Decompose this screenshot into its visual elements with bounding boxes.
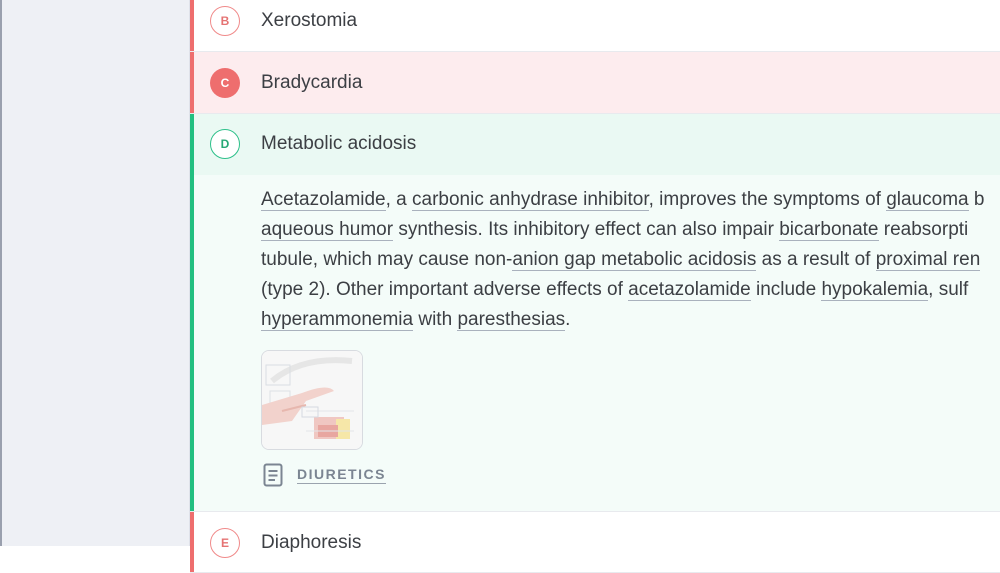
panel-divider xyxy=(0,0,2,546)
answer-option-b[interactable]: B Xerostomia xyxy=(190,0,1000,52)
explanation-text: reabsorpti xyxy=(878,219,969,240)
answer-option-c[interactable]: C Bradycardia xyxy=(190,52,1000,114)
term-link[interactable]: Acetazolamide xyxy=(261,189,386,211)
explanation-line: Acetazolamide, a carbonic anhydrase inhi… xyxy=(261,185,984,215)
term-link[interactable]: anion gap metabolic acidosis xyxy=(512,249,757,271)
explanation-text: with xyxy=(413,309,458,330)
term-link[interactable]: hyperammonemia xyxy=(261,309,414,331)
explanation-text: synthesis. Its inhibitory effect can als… xyxy=(393,219,780,240)
explanation-status-bar xyxy=(190,175,194,511)
option-label: Diaphoresis xyxy=(261,532,362,553)
term-link[interactable]: acetazolamide xyxy=(628,279,751,301)
left-panel xyxy=(0,0,190,546)
explanation-line: tubule, which may cause non-anion gap me… xyxy=(261,245,981,275)
term-link[interactable]: bicarbonate xyxy=(779,219,879,241)
option-letter-badge: E xyxy=(210,528,240,558)
explanation-text: tubule, which may cause non- xyxy=(261,249,513,270)
diagram-illustration xyxy=(262,351,362,449)
explanation-line: (type 2). Other important adverse effect… xyxy=(261,275,968,305)
explanation-line: aqueous humor synthesis. Its inhibitory … xyxy=(261,215,968,245)
term-link[interactable]: glaucoma xyxy=(886,189,969,211)
option-status-bar xyxy=(190,0,194,51)
option-status-bar xyxy=(190,114,194,175)
option-status-bar xyxy=(190,512,194,572)
option-label: Xerostomia xyxy=(261,10,358,31)
option-letter-badge: B xyxy=(210,6,240,36)
explanation-panel: Acetazolamide, a carbonic anhydrase inhi… xyxy=(190,175,1000,511)
option-status-bar xyxy=(190,52,194,113)
explanation-text: (type 2). Other important adverse effect… xyxy=(261,279,629,300)
answer-option-e[interactable]: E Diaphoresis xyxy=(190,511,1000,573)
explanation-text: , sulf xyxy=(928,279,969,300)
explanation-text: include xyxy=(750,279,822,300)
term-link[interactable]: proximal ren xyxy=(875,249,981,271)
term-link[interactable]: paresthesias xyxy=(457,309,566,331)
diagram-thumbnail[interactable] xyxy=(261,350,363,450)
option-letter-badge: C xyxy=(210,68,240,98)
document-icon xyxy=(263,463,283,487)
term-link[interactable]: hypokalemia xyxy=(821,279,929,301)
explanation-text: . xyxy=(565,309,571,330)
answer-options: B Xerostomia C Bradycardia D Metabolic a… xyxy=(190,0,1000,573)
term-link[interactable]: aqueous humor xyxy=(261,219,394,241)
topic-link-diuretics[interactable]: DIURETICS xyxy=(297,466,386,484)
explanation-text: , improves the symptoms of xyxy=(648,189,887,210)
answer-option-d[interactable]: D Metabolic acidosis xyxy=(190,114,1000,175)
explanation-text: , a xyxy=(385,189,413,210)
option-letter-badge: D xyxy=(210,129,240,159)
option-label: Bradycardia xyxy=(261,72,363,93)
term-link[interactable]: carbonic anhydrase inhibitor xyxy=(412,189,649,211)
explanation-text: as a result of xyxy=(756,249,876,270)
explanation-text: b xyxy=(968,189,985,210)
explanation-line: hyperammonemia with paresthesias. xyxy=(261,305,570,335)
option-label: Metabolic acidosis xyxy=(261,133,417,154)
